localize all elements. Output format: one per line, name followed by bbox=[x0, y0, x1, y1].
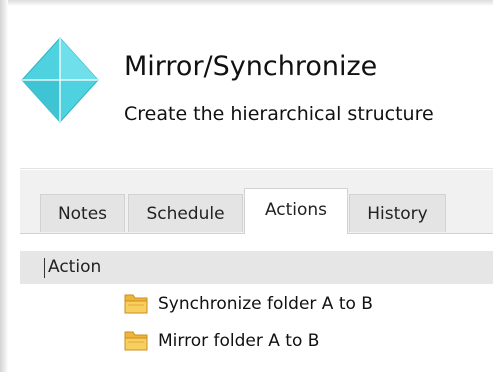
actions-content: Action Synchronize folder A to B Mirror … bbox=[20, 233, 493, 372]
window-left-shadow bbox=[0, 0, 8, 372]
window-top-shadow bbox=[0, 0, 493, 6]
tab-actions[interactable]: Actions bbox=[244, 188, 348, 234]
grid-column-header[interactable]: Action bbox=[20, 251, 493, 284]
list-item-label: Mirror folder A to B bbox=[158, 331, 320, 351]
column-separator bbox=[44, 258, 45, 278]
list-item-label: Synchronize folder A to B bbox=[158, 294, 373, 314]
diamond-icon bbox=[21, 37, 99, 123]
tab-actions-label: Actions bbox=[264, 200, 328, 220]
page-title: Mirror/Synchronize bbox=[124, 51, 378, 82]
column-header-label: Action bbox=[48, 257, 102, 277]
tab-history[interactable]: History bbox=[349, 194, 446, 232]
tab-schedule[interactable]: Schedule bbox=[128, 194, 243, 232]
tab-history-label: History bbox=[367, 204, 428, 224]
folder-icon bbox=[124, 294, 148, 314]
page-subtitle: Create the hierarchical structure bbox=[124, 103, 434, 125]
folder-icon bbox=[124, 331, 148, 351]
tab-notes-label: Notes bbox=[57, 204, 108, 224]
tab-notes[interactable]: Notes bbox=[40, 194, 125, 232]
tab-schedule-label: Schedule bbox=[146, 204, 225, 224]
header-divider bbox=[20, 168, 493, 169]
